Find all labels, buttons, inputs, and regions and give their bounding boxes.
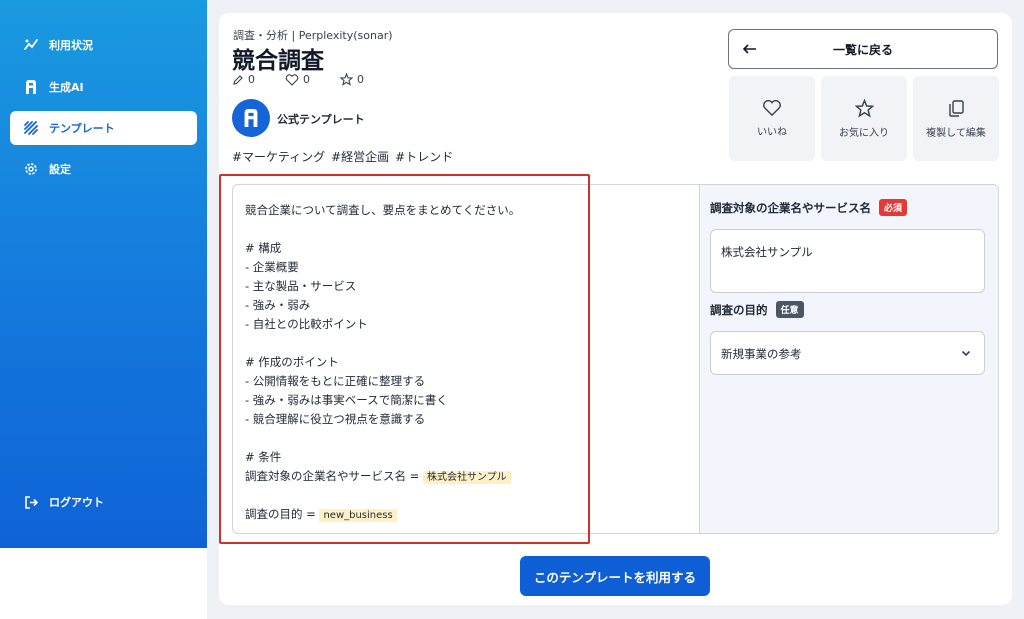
sidebar-item-label: テンプレート (49, 122, 115, 135)
company-name-input[interactable]: 株式会社サンプル (710, 229, 985, 293)
sidebar-item-label: 設定 (49, 163, 71, 176)
edit-count: 0 (232, 73, 255, 86)
gear-icon (22, 160, 40, 178)
template-icon (22, 119, 40, 137)
favorite-count: 0 (340, 73, 364, 86)
tag[interactable]: #マーケティング (232, 148, 325, 165)
chart-icon (22, 36, 40, 54)
heart-icon (763, 99, 781, 117)
tag[interactable]: #トレンド (395, 148, 453, 165)
copy-icon (949, 99, 964, 117)
chevron-down-icon (961, 350, 971, 357)
author-avatar (232, 99, 270, 137)
sidebar-item-label: 利用状況 (49, 39, 93, 52)
logout-button[interactable]: ログアウト (10, 485, 197, 519)
sidebar-item-usage[interactable]: 利用状況 (10, 28, 197, 62)
sidebar-item-settings[interactable]: 設定 (10, 152, 197, 186)
like-count: 0 (285, 73, 310, 86)
like-button[interactable]: いいね (729, 76, 815, 161)
ai-logo-icon (244, 109, 258, 127)
author-name: 公式テンプレート (277, 113, 365, 126)
back-to-list-button[interactable]: 一覧に戻る (728, 29, 998, 69)
sidebar: 利用状況 生成AI テンプレート 設定 ログアウト (0, 0, 207, 548)
sidebar-footer-space (0, 548, 207, 619)
star-icon (854, 98, 874, 118)
required-badge: 必須 (879, 199, 908, 216)
heart-icon (285, 73, 299, 86)
tag[interactable]: #経営企画 (331, 148, 389, 165)
annotation-highlight-box (219, 174, 590, 544)
star-icon (340, 73, 353, 86)
duplicate-edit-button[interactable]: 複製して編集 (913, 76, 999, 161)
logout-icon (22, 493, 40, 511)
field-label-company: 調査対象の企業名やサービス名 必須 (710, 199, 908, 216)
purpose-select[interactable]: 新規事業の参考 (710, 331, 985, 375)
tag-list: #マーケティング #経営企画 #トレンド (232, 148, 459, 165)
sidebar-item-generative-ai[interactable]: 生成AI (10, 70, 197, 104)
logout-label: ログアウト (49, 496, 104, 509)
stats-row: 0 0 0 (232, 73, 394, 86)
sidebar-item-label: 生成AI (49, 81, 84, 94)
sidebar-item-templates[interactable]: テンプレート (10, 111, 197, 145)
page-title: 競合調査 (232, 48, 324, 74)
use-template-button[interactable]: このテンプレートを利用する (520, 556, 710, 596)
arrow-left-icon (742, 44, 756, 54)
field-label-purpose: 調査の目的 任意 (710, 301, 804, 318)
favorite-button[interactable]: お気に入り (821, 76, 907, 161)
pencil-icon (233, 74, 243, 85)
optional-badge: 任意 (775, 301, 804, 318)
ai-logo-icon (22, 78, 40, 96)
